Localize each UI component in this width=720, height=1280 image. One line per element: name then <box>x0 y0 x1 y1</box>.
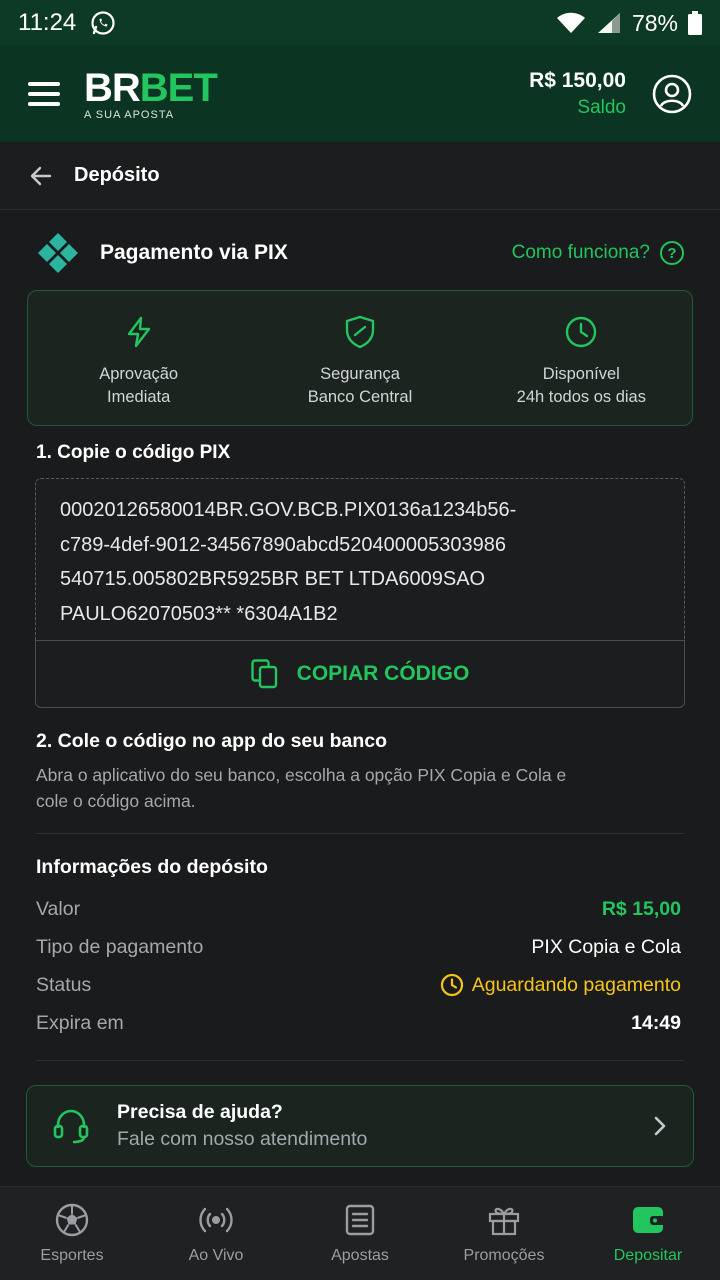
wallet-icon <box>633 1207 665 1233</box>
brbet-logo[interactable]: BRBET A SUA APOSTA <box>84 68 218 121</box>
lightning-icon <box>127 316 150 348</box>
divider <box>36 1060 684 1061</box>
nav-item-promotions[interactable]: Promoções <box>432 1187 576 1280</box>
how-it-works-label: Como funciona? <box>511 242 650 263</box>
pix-code-line: c789-4def-9012-34567890abcd5204000053039… <box>60 533 506 556</box>
soccer-ball-icon <box>55 1203 89 1237</box>
pix-code-box[interactable]: 00020126580014BR.GOV.BCB.PIX0136a1234b56… <box>35 478 685 640</box>
status-text: Aguardando pagamento <box>471 973 681 996</box>
pix-code-line: PAULO62070503** *6304A1B2 <box>60 602 338 625</box>
balance-display[interactable]: R$ 150,00 Saldo <box>529 69 626 119</box>
status-time: 11:24 <box>18 9 77 36</box>
clock-icon <box>440 973 463 997</box>
battery-icon <box>688 11 702 35</box>
chevron-right-icon <box>654 1116 666 1136</box>
copy-code-label: COPIAR CÓDIGO <box>296 662 470 685</box>
hamburger-menu-icon[interactable] <box>28 82 60 106</box>
deposit-info-title: Informações do depósito <box>36 856 268 878</box>
step2-title: 2. Cole o código no app do seu banco <box>36 730 388 752</box>
pix-title: Pagamento via PIX <box>100 241 288 264</box>
whatsapp-icon <box>91 11 115 35</box>
bottom-navigation: Esportes Ao Vivo Apostas Promoções Depos… <box>0 1186 720 1280</box>
gift-icon <box>488 1207 520 1236</box>
copy-icon <box>250 659 277 689</box>
pix-logo-icon <box>38 233 78 273</box>
step2-description: Abra o aplicativo do seu banco, escolha … <box>36 765 567 811</box>
info-row-amount: Valor R$ 15,00 <box>36 897 681 920</box>
feature-available-24h: Disponível 24h todos os dias <box>471 291 692 425</box>
app-header: BRBET A SUA APOSTA R$ 150,00 Saldo <box>0 46 720 142</box>
pix-section-header: Pagamento via PIX Como funciona? ? <box>36 232 684 274</box>
feature-instant-approval: Aprovação Imediata <box>28 291 249 425</box>
headset-icon <box>53 1109 89 1144</box>
feature-central-bank-security: Segurança Banco Central <box>249 291 470 425</box>
status-bar: 11:24 78% <box>0 0 720 46</box>
pix-code-line: 540715.005802BR5925BR BET LTDA6009SAO <box>60 568 486 590</box>
page-title-bar: Depósito <box>0 142 720 210</box>
balance-label: Saldo <box>577 97 626 118</box>
page-title: Depósito <box>74 164 160 186</box>
divider <box>36 833 684 834</box>
user-profile-icon[interactable] <box>652 74 692 114</box>
expiry-countdown: 14:49 <box>631 1011 681 1034</box>
help-circle-icon: ? <box>660 241 684 265</box>
nav-item-sports[interactable]: Esportes <box>0 1187 144 1280</box>
how-it-works-link[interactable]: Como funciona? ? <box>512 241 684 265</box>
balance-amount: R$ 150,00 <box>529 69 626 92</box>
status-badge: Aguardando pagamento <box>440 973 681 997</box>
pix-features-card: Aprovação Imediata Segurança Banco Centr… <box>27 290 693 426</box>
nav-item-bets[interactable]: Apostas <box>288 1187 432 1280</box>
step1-title: 1. Copie o código PIX <box>36 442 231 463</box>
battery-percentage: 78% <box>631 9 678 36</box>
help-title: Precisa de ajuda? <box>117 1101 283 1123</box>
help-subtitle: Fale com nosso atendimento <box>117 1128 368 1150</box>
nav-item-live[interactable]: Ao Vivo <box>144 1187 288 1280</box>
wifi-icon <box>556 12 585 33</box>
help-support-card[interactable]: Precisa de ajuda? Fale com nosso atendim… <box>26 1085 694 1167</box>
info-row-expires: Expira em 14:49 <box>36 1011 681 1034</box>
clock-icon <box>566 316 597 348</box>
live-broadcast-icon <box>199 1207 233 1233</box>
shield-icon <box>345 315 375 349</box>
back-arrow-icon[interactable] <box>30 165 52 187</box>
signal-icon <box>597 13 620 33</box>
info-row-status: Status Aguardando pagamento <box>36 973 681 997</box>
logo-tagline: A SUA APOSTA <box>84 108 175 121</box>
info-row-payment-type: Tipo de pagamento PIX Copia e Cola <box>36 935 681 958</box>
bet-slip-icon <box>345 1204 375 1236</box>
pix-code-line: 00020126580014BR.GOV.BCB.PIX0136a1234b56… <box>60 499 517 521</box>
copy-code-button[interactable]: COPIAR CÓDIGO <box>35 640 685 708</box>
deposit-amount: R$ 15,00 <box>601 897 681 920</box>
nav-item-deposit[interactable]: Depositar <box>576 1187 720 1280</box>
payment-type: PIX Copia e Cola <box>531 935 681 958</box>
